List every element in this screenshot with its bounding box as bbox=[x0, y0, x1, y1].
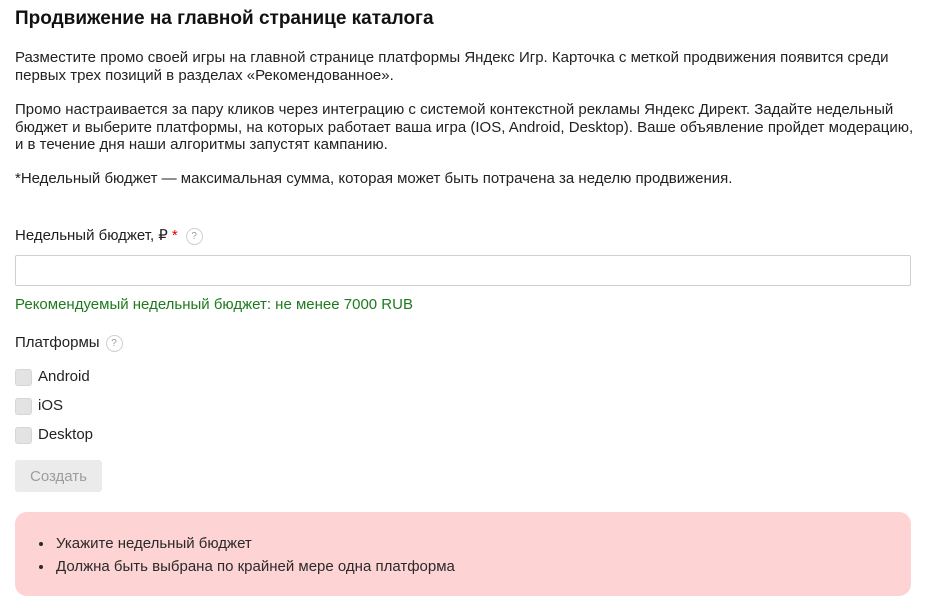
android-checkbox[interactable] bbox=[15, 368, 32, 386]
error-item-budget: Укажите недельный бюджет bbox=[54, 532, 911, 555]
budget-hint: Рекомендуемый недельный бюджет: не менее… bbox=[15, 296, 413, 313]
page-title: Продвижение на главной странице каталога bbox=[15, 8, 434, 29]
create-button[interactable]: Создать bbox=[15, 460, 102, 492]
platforms-label: Платформы ? bbox=[15, 334, 123, 352]
platform-android-option[interactable]: Android bbox=[15, 368, 90, 386]
question-icon[interactable]: ? bbox=[105, 334, 123, 352]
desktop-checkbox[interactable] bbox=[15, 426, 32, 444]
desktop-label: Desktop bbox=[38, 426, 94, 443]
ios-checkbox[interactable] bbox=[15, 397, 32, 415]
intro-paragraph: Разместите промо своей игры на главной с… bbox=[15, 49, 889, 84]
required-mark: * bbox=[171, 227, 178, 244]
budget-label-text: Недельный бюджет, ₽ bbox=[15, 227, 168, 244]
android-label: Android bbox=[38, 368, 90, 385]
platform-desktop-option[interactable]: Desktop bbox=[15, 426, 93, 444]
platforms-label-text: Платформы bbox=[15, 334, 100, 351]
weekly-budget-input[interactable] bbox=[15, 255, 911, 286]
platform-ios-option[interactable]: iOS bbox=[15, 397, 63, 415]
error-item-platform: Должна быть выбрана по крайней мере одна… bbox=[54, 555, 911, 578]
error-list: Укажите недельный бюджет Должна быть выб… bbox=[15, 532, 911, 578]
budget-footnote: *Недельный бюджет — максимальная сумма, … bbox=[15, 170, 733, 187]
ios-label: iOS bbox=[38, 397, 64, 414]
question-icon[interactable]: ? bbox=[185, 227, 203, 245]
budget-label: Недельный бюджет, ₽ * ? bbox=[15, 227, 203, 245]
setup-paragraph: Промо настраивается за пару кликов через… bbox=[15, 101, 914, 153]
error-panel: Укажите недельный бюджет Должна быть выб… bbox=[15, 512, 911, 596]
